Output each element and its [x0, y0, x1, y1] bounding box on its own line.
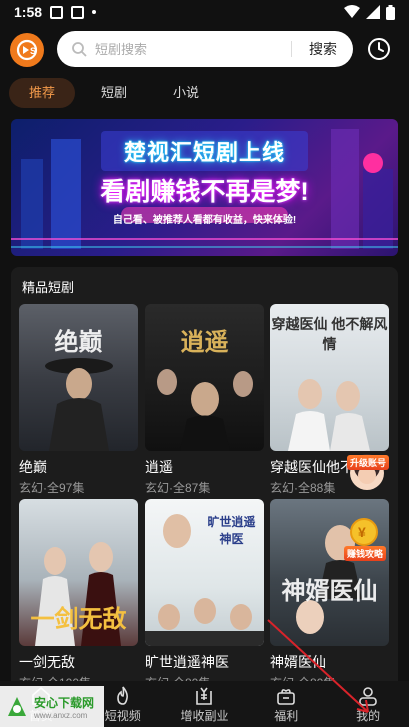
search-input[interactable]	[95, 41, 275, 57]
banner-subtitle: 自己看、被推荐人看都有收益，快来体验!	[112, 215, 297, 226]
app-logo[interactable]: S	[10, 33, 44, 67]
watermark-title: 安心下载网	[34, 695, 95, 710]
poster-title: 逍遥	[180, 329, 229, 356]
yuan-download-icon	[196, 687, 213, 705]
earn-label: 赚钱攻略	[344, 546, 387, 561]
nav-mine[interactable]: 我的	[327, 681, 409, 727]
notification-icon	[50, 5, 64, 19]
section-title: 精品短剧	[22, 280, 75, 295]
drama-title: 逍遥	[145, 459, 173, 475]
dot-icon	[92, 10, 97, 14]
drama-poster: 一剑无敌	[19, 499, 138, 646]
poster-title: 神婿医仙	[281, 578, 378, 605]
banner-slogan: 看剧赚钱不再是梦!	[100, 178, 309, 206]
site-watermark: 安心下载网 www.anxz.com	[0, 686, 104, 727]
history-button[interactable]	[367, 37, 391, 61]
watermark-logo-icon	[8, 696, 26, 716]
nav-label: 我的	[356, 709, 381, 723]
drama-meta: 玄幻·全87集	[145, 481, 211, 495]
drama-poster: 穿越医仙 他不解风情	[270, 304, 389, 451]
poster-title: 一剑无敌	[30, 606, 127, 633]
flame-icon	[116, 686, 128, 705]
poster-title: 旷世逍遥神医	[207, 515, 256, 546]
poster-title: 穿越医仙 他不解风情	[271, 316, 388, 352]
wifi-icon	[344, 5, 360, 18]
nav-label: 福利	[274, 709, 299, 723]
status-bar: 1:58	[0, 0, 409, 24]
search-button[interactable]: 搜索	[301, 31, 345, 67]
drama-poster: 旷世逍遥神医	[145, 499, 264, 646]
search-bar[interactable]: 搜索	[57, 31, 353, 67]
clock-icon	[368, 38, 390, 60]
gift-icon	[277, 689, 296, 705]
drama-title: 绝巅	[19, 459, 47, 475]
top-header: S 搜索	[0, 26, 409, 72]
drama-title: 神婿医仙	[270, 654, 326, 670]
search-icon	[72, 42, 87, 57]
notification-icon	[71, 5, 85, 19]
drama-title: 一剑无敌	[19, 654, 75, 670]
poster-title: 绝巅	[54, 329, 103, 356]
category-tabs: 推荐 短剧 小说	[9, 78, 219, 108]
featured-section: 精品短剧 绝巅 绝巅 玄幻·全97集 逍遥 逍遥 玄幻·全87集 穿越医仙 他不…	[11, 267, 398, 690]
drama-card[interactable]: 绝巅 绝巅 玄幻·全97集	[19, 304, 138, 496]
battery-icon	[386, 4, 395, 20]
earn-guide-badge[interactable]: ¥ 赚钱攻略	[338, 514, 390, 561]
tab-short-drama[interactable]: 短剧	[81, 78, 147, 108]
signal-icon	[366, 5, 380, 19]
banner-headline: 楚视汇短剧上线	[123, 140, 285, 165]
drama-card[interactable]: 旷世逍遥神医 旷世逍遥神医 玄幻·全80集	[145, 499, 264, 691]
svg-text:S: S	[30, 46, 36, 56]
nav-side-income[interactable]: 增收副业	[164, 681, 246, 727]
upgrade-account-badge[interactable]: 升级账号	[343, 453, 391, 501]
search-divider	[291, 41, 292, 57]
drama-card[interactable]: 逍遥 逍遥 玄幻·全87集	[145, 304, 264, 496]
nav-label: 短视频	[104, 709, 141, 723]
user-icon	[359, 687, 377, 706]
watermark-url: www.anxz.com	[34, 710, 88, 720]
drama-meta: 玄幻·全97集	[19, 481, 85, 495]
drama-title: 旷世逍遥神医	[145, 654, 229, 670]
status-time: 1:58	[14, 4, 43, 20]
nav-welfare[interactable]: 福利	[245, 681, 327, 727]
upgrade-label: 升级账号	[347, 455, 390, 470]
tab-novel[interactable]: 小说	[153, 78, 219, 108]
drama-poster: 逍遥	[145, 304, 264, 451]
promo-banner[interactable]: 楚视汇短剧上线 看剧赚钱不再是梦! 自己看、被推荐人看都有收益，快来体验!	[11, 119, 398, 256]
tab-recommend[interactable]: 推荐	[9, 78, 76, 108]
svg-text:¥: ¥	[358, 524, 366, 540]
logo-icon: S	[16, 39, 38, 61]
nav-label: 增收副业	[180, 709, 229, 723]
drama-poster: 绝巅	[19, 304, 138, 451]
drama-card[interactable]: 一剑无敌 一剑无敌 玄幻·全100集	[19, 499, 138, 691]
